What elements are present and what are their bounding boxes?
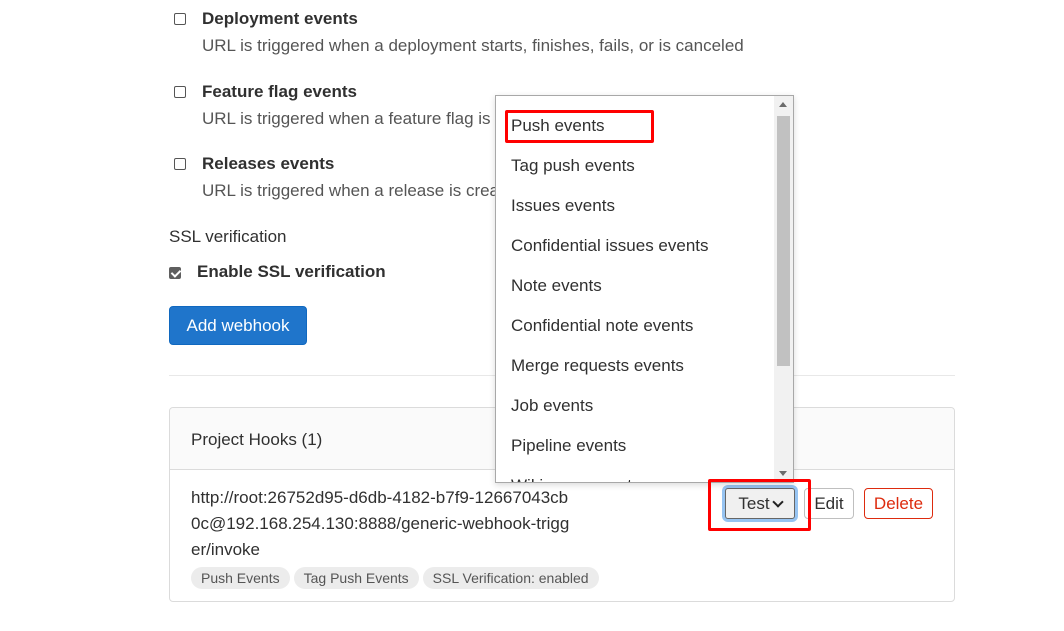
enable-ssl-checkbox[interactable] [169, 267, 181, 279]
option-pipeline-events[interactable]: Pipeline events [496, 426, 774, 466]
ssl-verification-heading: SSL verification [169, 227, 287, 246]
deployment-events-description: URL is triggered when a deployment start… [202, 36, 744, 55]
option-issues-events[interactable]: Issues events [496, 186, 774, 226]
ssl-verification-badge: SSL Verification: enabled [422, 567, 599, 589]
push-events-badge: Push Events [191, 567, 290, 589]
enable-ssl-label: Enable SSL verification [197, 262, 386, 281]
option-merge-requests-events[interactable]: Merge requests events [496, 346, 774, 386]
releases-events-label: Releases events [202, 154, 335, 173]
deployment-events-label: Deployment events [202, 9, 358, 28]
test-event-listbox[interactable]: Push events Tag push events Issues event… [495, 95, 794, 483]
webhook-settings-page: Deployment events URL is triggered when … [0, 0, 1064, 631]
deployment-events-checkbox[interactable] [174, 13, 186, 25]
scroll-down-arrow-icon[interactable] [779, 471, 787, 476]
option-confidential-note-events[interactable]: Confidential note events [496, 306, 774, 346]
edit-hook-button[interactable]: Edit [804, 488, 854, 519]
listbox-scrollbar[interactable] [774, 96, 793, 482]
releases-events-checkbox[interactable] [174, 158, 186, 170]
project-hooks-title: Project Hooks (1) [191, 430, 323, 449]
chevron-down-icon [771, 495, 784, 508]
releases-events-description: URL is triggered when a release is crea [202, 181, 500, 200]
tag-push-events-badge: Tag Push Events [293, 567, 419, 589]
scroll-up-arrow-icon[interactable] [779, 102, 787, 107]
hook-url: http://root:26752d95-d6db-4182-b7f9-1266… [191, 488, 570, 559]
option-confidential-issues-events[interactable]: Confidential issues events [496, 226, 774, 266]
scrollbar-thumb[interactable] [777, 116, 790, 366]
delete-hook-button[interactable]: Delete [864, 488, 933, 519]
add-webhook-button[interactable]: Add webhook [169, 306, 307, 345]
test-event-options: Push events Tag push events Issues event… [496, 106, 774, 482]
feature-flag-events-description: URL is triggered when a feature flag is [202, 109, 491, 128]
feature-flag-events-label: Feature flag events [202, 82, 357, 101]
option-wiki-page-events[interactable]: Wiki page events [496, 466, 774, 482]
option-note-events[interactable]: Note events [496, 266, 774, 306]
option-job-events[interactable]: Job events [496, 386, 774, 426]
option-push-events[interactable]: Push events [496, 106, 774, 146]
hook-badges: Push Events Tag Push Events SSL Verifica… [191, 567, 599, 589]
test-dropdown-button[interactable]: Test [725, 488, 795, 519]
feature-flag-events-checkbox[interactable] [174, 86, 186, 98]
test-button-label: Test [738, 493, 770, 513]
option-tag-push-events[interactable]: Tag push events [496, 146, 774, 186]
